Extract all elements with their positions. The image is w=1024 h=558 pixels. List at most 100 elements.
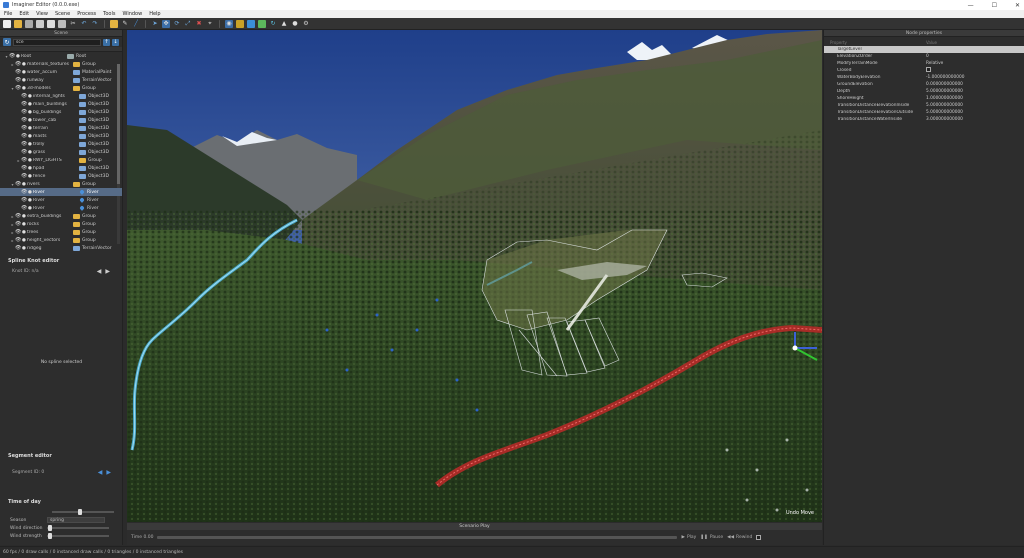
property-row[interactable]: TransitionDistanceElevationInside 5.00000…	[824, 102, 1024, 109]
undo-icon[interactable]: ↶	[80, 20, 88, 28]
property-value[interactable]: Relative	[926, 61, 943, 66]
time-slider[interactable]	[52, 509, 114, 515]
property-value[interactable]: 5.000000000000	[926, 103, 963, 108]
visibility-icon[interactable]: 👁	[21, 149, 28, 155]
terrain-icon[interactable]	[110, 19, 118, 28]
tree-row[interactable]: 👁 ● runway TerrainVector	[0, 76, 122, 84]
tree-row[interactable]: ▾ 👁 ● 3d-models Group	[0, 84, 122, 92]
property-row[interactable]: GroundElevation 0.000000000000	[824, 81, 1024, 88]
property-row[interactable]: ShoreHeight 1.000000000000	[824, 95, 1024, 102]
season-select[interactable]: spring	[47, 517, 105, 523]
tree-row[interactable]: 👁 ● bg_buildings Object3D	[0, 108, 122, 116]
tree-row[interactable]: ▸ 👁 ● trees Group	[0, 228, 122, 236]
tree-row[interactable]: 👁 ● water_accum MaterialPaint	[0, 68, 122, 76]
wind-direction-knob[interactable]	[48, 525, 53, 531]
scene-search-input[interactable]: sce	[13, 38, 101, 46]
property-value[interactable]: 0.000000000000	[926, 82, 963, 87]
visibility-icon[interactable]: 👁	[15, 213, 22, 219]
visibility-icon[interactable]: 👁	[15, 229, 22, 235]
water-icon[interactable]: ▲	[280, 20, 288, 28]
move-icon[interactable]: ✥	[162, 19, 170, 28]
tree-row[interactable]: 👁 ● hpad Object3D	[0, 164, 122, 172]
refresh-icon[interactable]: ↻	[269, 20, 277, 28]
visibility-icon[interactable]: 👁	[15, 245, 22, 251]
menu-scene[interactable]: Scene	[55, 11, 70, 17]
tree-row[interactable]: ▸ 👁 ● rocks Group	[0, 220, 122, 228]
property-value[interactable]: 5.000000000000	[926, 110, 963, 115]
visibility-icon[interactable]: 👁	[21, 133, 28, 139]
save-as-icon[interactable]	[36, 19, 44, 28]
menu-tools[interactable]: Tools	[103, 11, 115, 17]
visibility-icon[interactable]: 👁	[15, 61, 22, 67]
camera-icon[interactable]: ◉	[225, 19, 233, 28]
brush-icon[interactable]: ✎	[121, 20, 129, 28]
visibility-icon[interactable]: 👁	[21, 197, 28, 203]
property-row[interactable]: Closed	[824, 67, 1024, 74]
visibility-icon[interactable]: 👁	[15, 69, 22, 75]
visibility-icon[interactable]: 👁	[9, 53, 16, 59]
rotate-icon[interactable]: ⟳	[173, 20, 181, 28]
visibility-icon[interactable]: 👁	[21, 93, 28, 99]
tree-row[interactable]: 👁 ● tower_cab Object3D	[0, 116, 122, 124]
menu-help[interactable]: Help	[149, 11, 160, 17]
prev-segment-icon[interactable]: ◀	[98, 469, 103, 476]
light-icon[interactable]: ●	[291, 20, 299, 28]
scenario-checkbox[interactable]	[756, 534, 762, 540]
property-value[interactable]: 0	[926, 54, 929, 59]
maximize-button[interactable]: ☐	[992, 2, 997, 9]
tree-row[interactable]: ▸ 👁 ● height_vectors Group	[0, 236, 122, 244]
visibility-icon[interactable]: 👁	[21, 165, 28, 171]
visibility-icon[interactable]: 👁	[21, 109, 28, 115]
pause-button[interactable]: ❚❚ Pause	[700, 535, 723, 540]
visibility-icon[interactable]: 👁	[21, 125, 28, 131]
time-slider-knob[interactable]	[78, 509, 83, 515]
pen-icon[interactable]: ╱	[132, 20, 140, 28]
tree-row[interactable]: 👁 ● ridgeg TerrainVector	[0, 244, 122, 252]
menu-view[interactable]: View	[36, 11, 48, 17]
pick-icon[interactable]: ➤	[151, 20, 159, 28]
wind-strength-knob[interactable]	[48, 533, 53, 539]
wind-strength-slider[interactable]	[47, 533, 109, 539]
property-value[interactable]: 1.000000000000	[926, 96, 963, 101]
visibility-icon[interactable]: 👁	[21, 205, 28, 211]
tree-row[interactable]: ▸ 👁 ● RWY_LIGHTS Group	[0, 156, 122, 164]
visibility-icon[interactable]: 👁	[21, 101, 28, 107]
property-row[interactable]: TransitionDistanceElevationOutside 5.0000…	[824, 109, 1024, 116]
grid-icon[interactable]	[236, 19, 244, 28]
paste-icon[interactable]	[58, 19, 66, 28]
new-file-icon[interactable]	[3, 19, 11, 28]
tree-row[interactable]: ▾ 👁 ● Root Root	[0, 52, 122, 60]
next-knot-icon[interactable]: ▶	[105, 268, 110, 275]
tree-row[interactable]: 👁 ● River River	[0, 188, 122, 196]
close-button[interactable]: ✕	[1015, 2, 1020, 9]
closed-checkbox[interactable]	[926, 67, 931, 72]
save-icon[interactable]	[25, 19, 33, 28]
menu-window[interactable]: Window	[122, 11, 142, 17]
property-value[interactable]: -1.000000000000	[926, 75, 964, 80]
settings-icon[interactable]: ⚙	[302, 20, 310, 28]
play-button[interactable]: ▶ Play	[681, 535, 696, 540]
visibility-icon[interactable]: 👁	[21, 141, 28, 147]
prev-knot-icon[interactable]: ◀	[97, 268, 102, 275]
scale-icon[interactable]: ⤢	[184, 20, 192, 28]
image-icon[interactable]	[258, 19, 266, 28]
redo-icon[interactable]: ↷	[91, 20, 99, 28]
tree-row[interactable]: 👁 ● grass Object3D	[0, 148, 122, 156]
visibility-icon[interactable]: 👁	[15, 221, 22, 227]
move-down-button[interactable]: ↓	[112, 38, 119, 46]
menu-process[interactable]: Process	[77, 11, 96, 17]
tree-row[interactable]: 👁 ● River River	[0, 196, 122, 204]
next-segment-icon[interactable]: ▶	[106, 469, 111, 476]
visibility-icon[interactable]: 👁	[21, 189, 28, 195]
copy-icon[interactable]	[47, 19, 55, 28]
move-up-button[interactable]: ↑	[103, 38, 110, 46]
property-row[interactable]: Depth 5.000000000000	[824, 88, 1024, 95]
property-row[interactable]: TargetLevel	[824, 46, 1024, 53]
refresh-scene-icon[interactable]: ↻	[3, 38, 11, 46]
layers-icon[interactable]	[247, 19, 255, 28]
visibility-icon[interactable]: 👁	[21, 173, 28, 179]
property-value[interactable]: 3.000000000000	[926, 117, 963, 122]
tree-row[interactable]: 👁 ● masts Object3D	[0, 132, 122, 140]
tree-row[interactable]: ▸ 👁 ● extra_buildings Group	[0, 212, 122, 220]
tree-row[interactable]: 👁 ● fence Object3D	[0, 172, 122, 180]
